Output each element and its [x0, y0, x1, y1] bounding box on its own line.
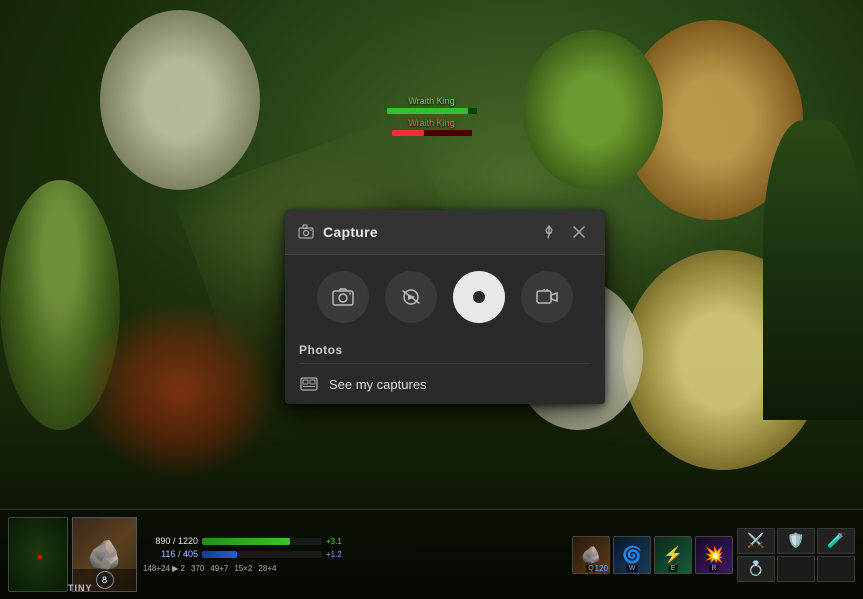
clip-button[interactable] — [385, 271, 437, 323]
enemy-hp-area: Wraith King — [392, 118, 472, 136]
capture-modal-header: Capture — [285, 210, 605, 255]
hp-stat-row: 890 / 1220 +3.1 — [143, 536, 566, 546]
hero-portrait: 🪨 8 — [72, 517, 137, 592]
ally-name: Wraith King — [408, 96, 454, 106]
mp-max: 405 — [183, 549, 198, 559]
mp-bar — [202, 551, 322, 558]
minimap[interactable] — [8, 517, 68, 592]
capture-app-icon — [297, 223, 315, 241]
ability-q[interactable]: 🪨 Q 120 — [572, 536, 610, 574]
hp-current: 890 — [155, 536, 170, 546]
hp-bar-fill — [202, 538, 290, 545]
screenshot-button[interactable] — [317, 271, 369, 323]
ability-e-key: E — [669, 565, 678, 572]
abilities-bar: 🪨 Q 120 🌀 W ⚡ E 💥 R — [572, 536, 733, 574]
minimap-hero-dot — [38, 555, 42, 559]
capture-header-actions — [537, 220, 591, 244]
item-slot-1[interactable]: ⚔️ — [737, 528, 775, 554]
ability-r[interactable]: 💥 R — [695, 536, 733, 574]
item-slot-4[interactable]: 💍 — [737, 556, 775, 582]
ability-w-key: W — [627, 565, 638, 572]
ally-hp-area: Wraith King — [387, 96, 477, 114]
hp-delta: +3.1 — [326, 537, 354, 546]
see-captures-icon — [299, 374, 319, 394]
capture-modal-title: Capture — [323, 224, 537, 240]
hp-bar — [202, 538, 322, 545]
ability-r-key: R — [709, 565, 718, 572]
ally-hp-bar — [387, 108, 477, 114]
mp-current: 116 — [161, 549, 175, 559]
enemy-name: Wraith King — [408, 118, 454, 128]
stat-atk: 148+24 ▶ 2 — [143, 564, 185, 573]
stat-regen: 15×2 — [234, 564, 252, 573]
hp-numbers: 890 / 1220 — [143, 536, 198, 546]
hero-level-badge: 8 — [96, 571, 114, 589]
capture-modal: Capture — [285, 210, 605, 404]
hud-bottom: 🪨 8 890 / 1220 +3.1 116 / 405 — [0, 509, 863, 599]
item-slot-6[interactable] — [817, 556, 855, 582]
pin-button[interactable] — [537, 220, 561, 244]
ability-q-mana: 120 — [595, 564, 608, 573]
stat-armor: 370 — [191, 564, 204, 573]
items-bar: ⚔️ 🛡️ 🧪 💍 — [737, 528, 855, 582]
see-captures-label: See my captures — [329, 377, 427, 392]
facecam-button[interactable] — [521, 271, 573, 323]
ability-e[interactable]: ⚡ E — [654, 536, 692, 574]
record-button[interactable] — [453, 271, 505, 323]
hp-max: 1220 — [178, 536, 198, 546]
extra-stats: 148+24 ▶ 2 370 49+7 15×2 28+4 — [143, 564, 566, 573]
stat-mr: 28+4 — [258, 564, 276, 573]
photos-section-label: Photos — [285, 339, 605, 363]
stat-speed: 49+7 — [210, 564, 228, 573]
bg-tree — [100, 10, 260, 190]
mp-stat-row: 116 / 405 +1.2 — [143, 549, 566, 559]
item-slot-3[interactable]: 🧪 — [817, 528, 855, 554]
record-dot — [473, 291, 485, 303]
item-slot-5[interactable] — [777, 556, 815, 582]
see-captures-row[interactable]: See my captures — [285, 364, 605, 404]
ally-hp-fill — [387, 108, 468, 114]
enemy-hp-fill — [392, 130, 424, 136]
bg-tree — [523, 30, 663, 190]
item-slot-2[interactable]: 🛡️ — [777, 528, 815, 554]
mp-delta: +1.2 — [326, 550, 354, 559]
hero-name-label: TINY — [68, 583, 93, 593]
enemy-hp-bar — [392, 130, 472, 136]
capture-toolbar — [285, 255, 605, 339]
close-button[interactable] — [567, 220, 591, 244]
game-background: Wraith King Wraith King 🪨 8 890 / — [0, 0, 863, 599]
hero-stats: 890 / 1220 +3.1 116 / 405 +1.2 — [137, 534, 572, 575]
mp-numbers: 116 / 405 — [143, 549, 198, 559]
bg-tree — [763, 120, 863, 420]
ability-w[interactable]: 🌀 W — [613, 536, 651, 574]
mp-bar-fill — [202, 551, 237, 558]
combat-glow — [80, 300, 280, 480]
